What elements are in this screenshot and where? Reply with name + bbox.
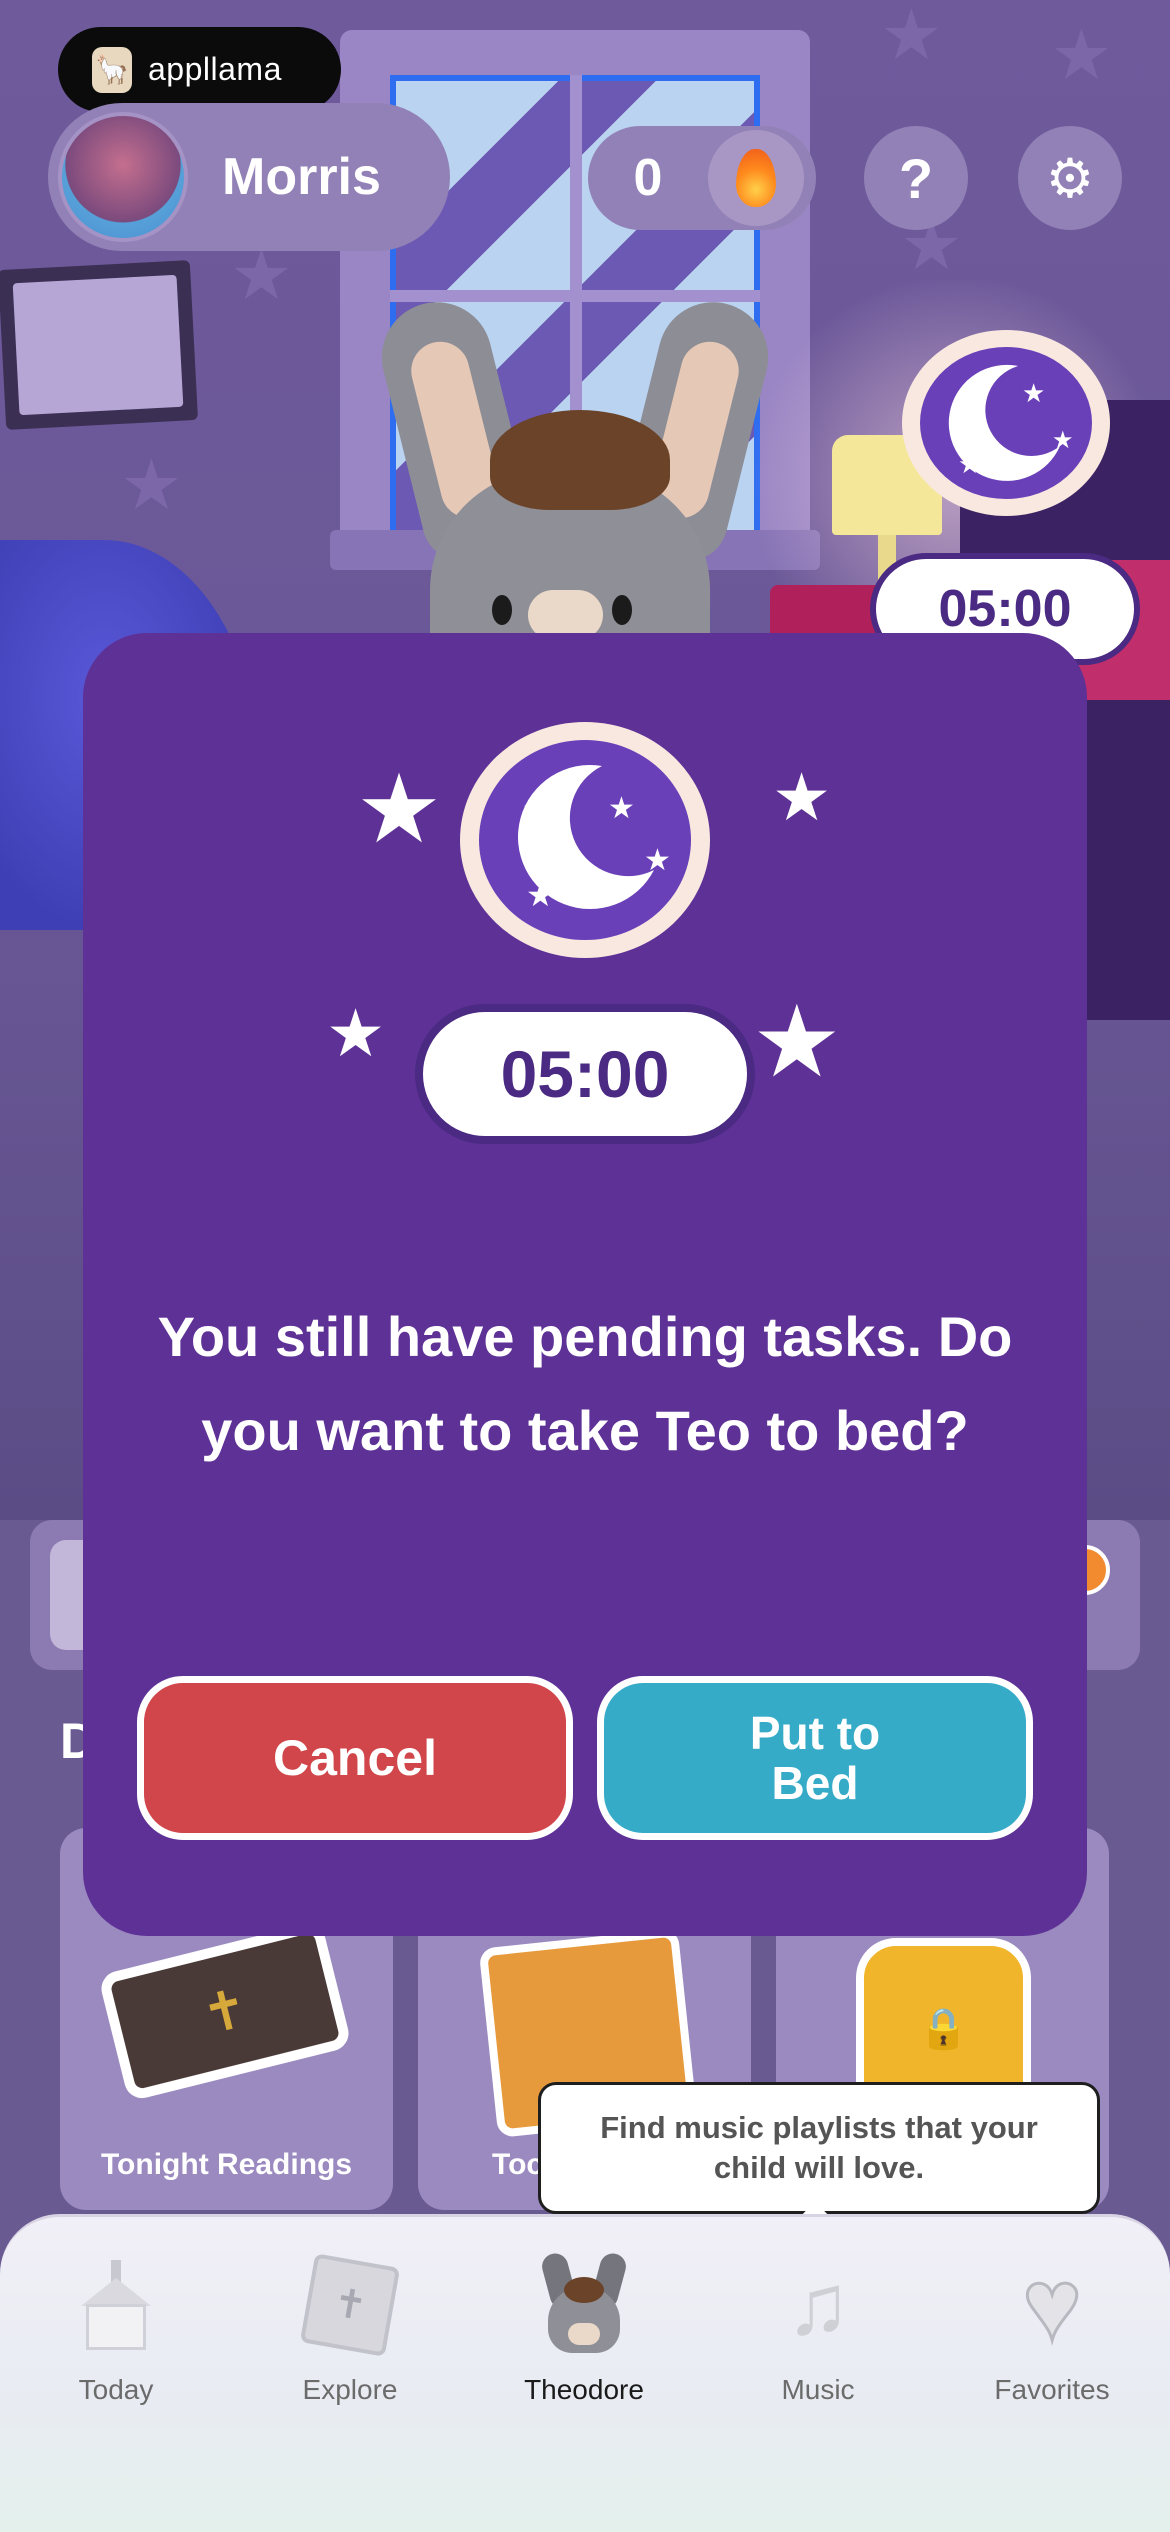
card-label: Tonight Readings: [100, 2148, 353, 2181]
star-icon: ★: [356, 756, 443, 863]
dialog-message: You still have pending tasks. Do you wan…: [157, 1305, 1013, 1462]
tab-today[interactable]: Today: [16, 2250, 216, 2430]
tab-explore[interactable]: ✝ Explore: [250, 2250, 450, 2430]
svg-text:★: ★: [522, 791, 551, 827]
star-icon: ★: [752, 986, 842, 1098]
put-to-bed-button[interactable]: Put to Bed: [597, 1676, 1033, 1840]
tab-favorites[interactable]: ♥ Favorites: [952, 2247, 1152, 2430]
put-to-bed-label: Put to Bed: [749, 1707, 881, 1809]
cancel-button[interactable]: Cancel: [137, 1676, 573, 1840]
heart-icon: ♥: [1021, 2247, 1083, 2362]
music-tooltip: Find music playlists that your child wil…: [538, 2082, 1100, 2214]
window-bar: [390, 290, 760, 302]
moon-icon[interactable]: ★ ★ ★ ★: [900, 328, 1112, 518]
wall-star-decoration: ★: [120, 446, 183, 524]
tab-label: Theodore: [524, 2374, 644, 2405]
svg-text:★: ★: [526, 877, 555, 913]
help-button[interactable]: ?: [864, 126, 968, 230]
svg-text:★: ★: [608, 792, 635, 825]
profile-name: Morris: [222, 148, 381, 206]
svg-text:★: ★: [958, 449, 981, 479]
svg-text:★: ★: [958, 380, 981, 410]
family-picture-frame: [0, 260, 199, 430]
llama-icon: 🦙: [92, 46, 132, 93]
wall-star-decoration: ★: [1050, 16, 1113, 94]
streak-counter[interactable]: 0: [588, 126, 816, 230]
tab-music[interactable]: ♫ Music: [718, 2250, 918, 2430]
tab-label: Explore: [302, 2374, 398, 2405]
streak-count: 0: [633, 149, 663, 207]
tab-label: Today: [78, 2374, 154, 2405]
donkey-hair: [490, 410, 670, 510]
music-note-icon: ♫: [785, 2256, 851, 2353]
tab-label: Music: [781, 2374, 855, 2405]
bible-icon: ✝: [97, 1920, 353, 2102]
profile-button[interactable]: Morris: [48, 103, 450, 251]
donkey-eye: [612, 595, 632, 625]
bible-icon: ✝: [295, 2250, 405, 2360]
flame-icon: [708, 130, 804, 226]
gear-icon: ⚙: [1045, 148, 1095, 209]
svg-text:★: ★: [644, 844, 671, 877]
svg-text:★: ★: [1052, 427, 1074, 454]
donkey-icon: [529, 2250, 639, 2360]
svg-text:★: ★: [1022, 378, 1045, 408]
donkey-avatar: [58, 112, 188, 242]
brand-badge: 🦙 appllama: [58, 27, 341, 112]
star-icon: ★: [772, 760, 832, 834]
brand-name: appllama: [148, 51, 282, 87]
wall-star-decoration: ★: [880, 0, 943, 74]
settings-button[interactable]: ⚙: [1018, 126, 1122, 230]
donkey-eye: [492, 595, 512, 625]
dialog-timer: 05:00: [415, 1004, 755, 1144]
tab-theodore[interactable]: Theodore: [484, 2250, 684, 2430]
moon-icon: ★ ★ ★ ★: [460, 722, 710, 958]
tab-label: Favorites: [994, 2374, 1110, 2405]
star-icon: ★: [326, 996, 386, 1070]
church-icon: [61, 2250, 171, 2360]
